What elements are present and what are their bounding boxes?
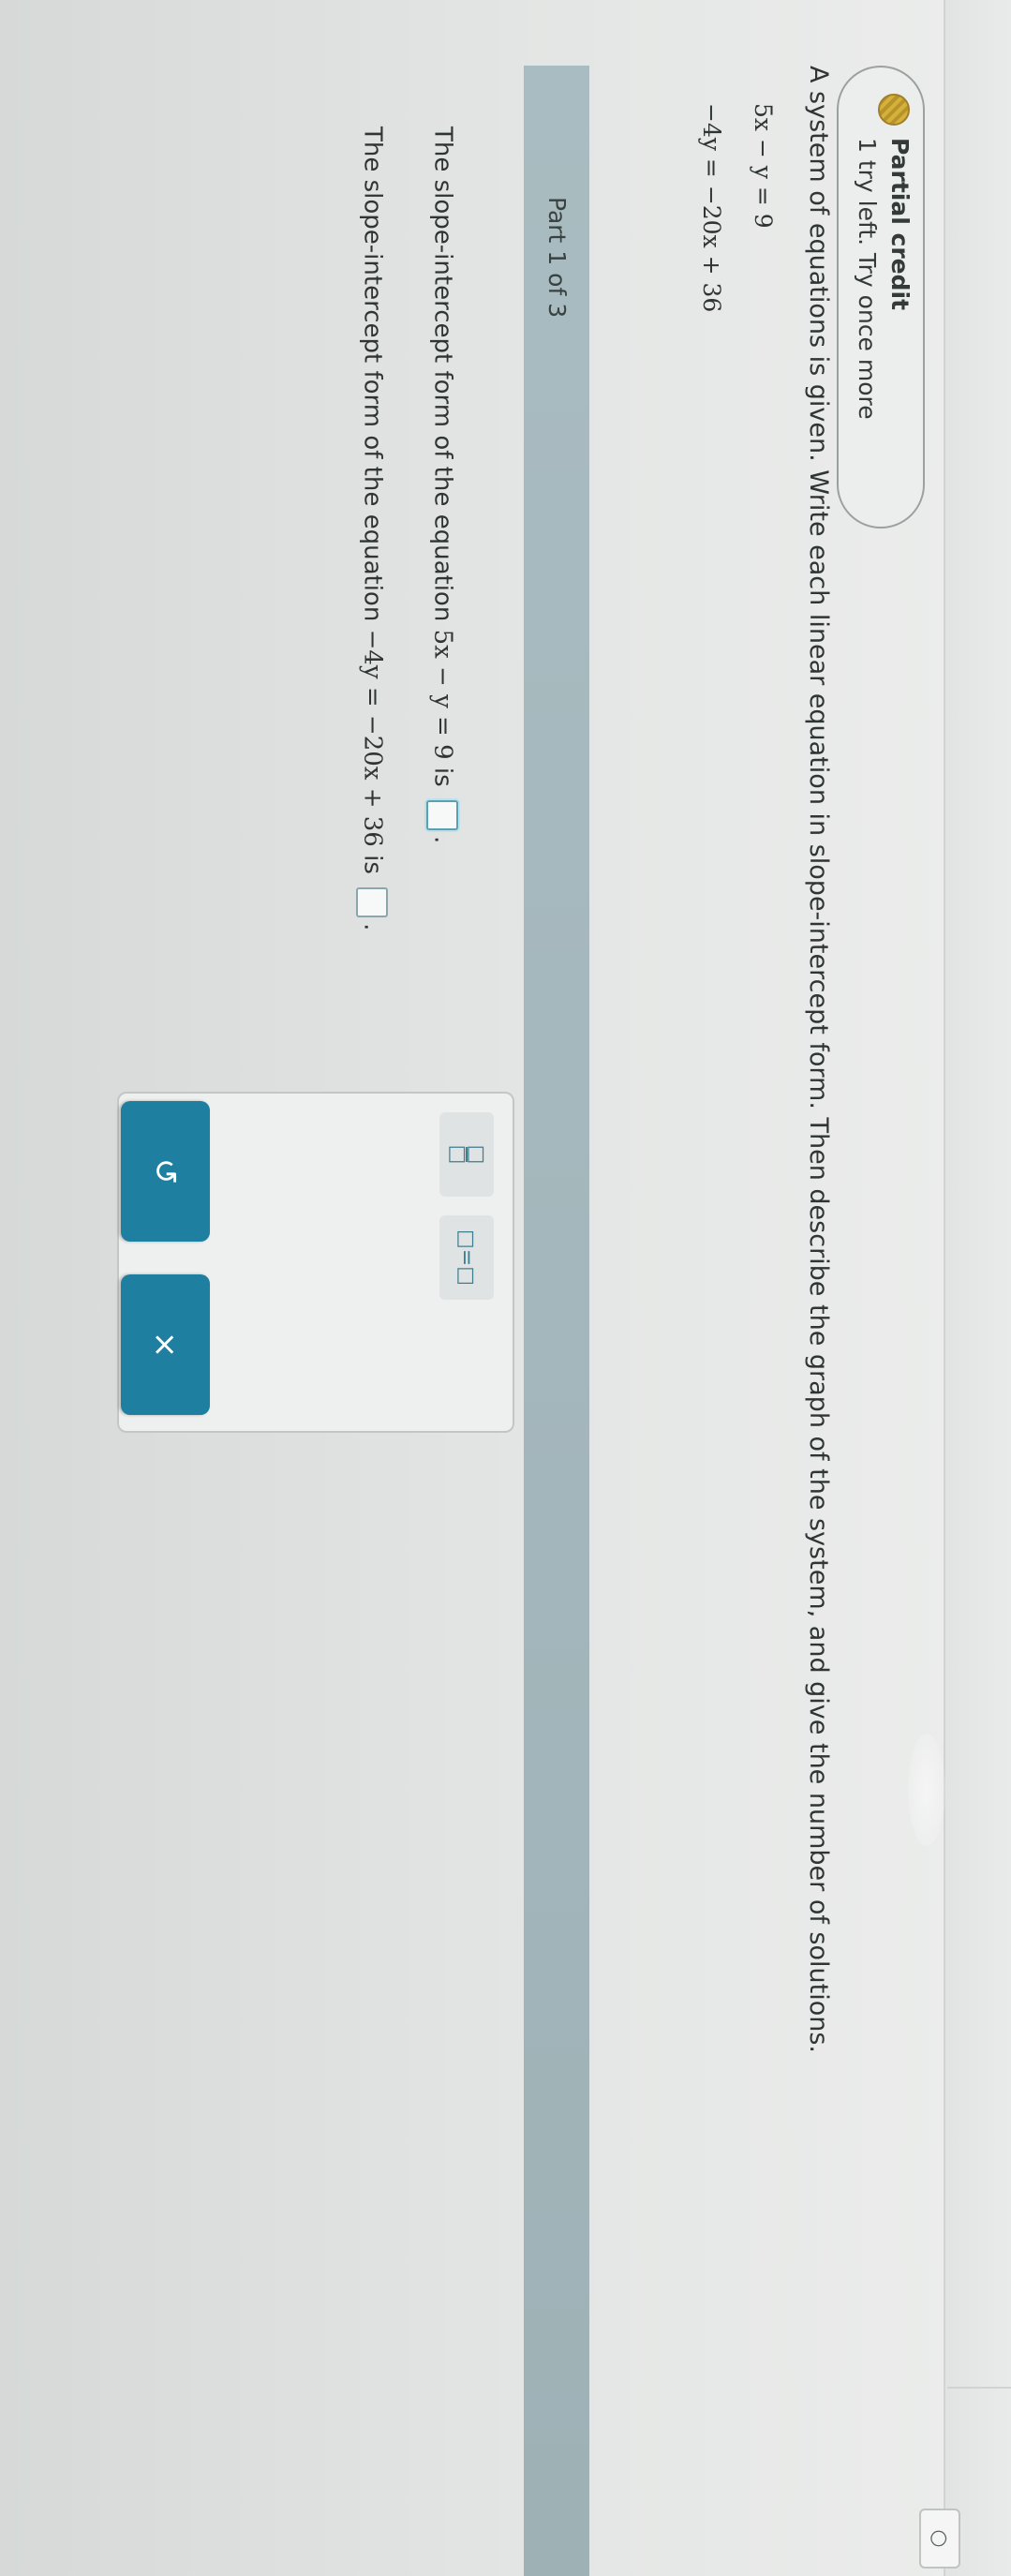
question-1-text: The slope-intercept form of the equation: [428, 127, 457, 630]
screen-glare: [908, 1734, 945, 1846]
equation-2: −4y = −20x + 36: [698, 103, 725, 313]
partial-credit-badge: Partial credit 1 try left. Try once more: [837, 66, 925, 529]
question-1-period: .: [428, 835, 457, 844]
answer-box-1[interactable]: [426, 799, 458, 830]
status-subtitle: 1 try left. Try once more: [854, 138, 881, 420]
question-1: The slope-intercept form of the equation…: [426, 127, 458, 843]
question-2-equation: −4y = −20x + 36: [358, 629, 387, 847]
answer-box-2[interactable]: [356, 887, 388, 918]
circle-icon: ○: [928, 2529, 952, 2548]
equation-template-button[interactable]: □=□: [439, 1215, 494, 1300]
undo-icon: ↺: [146, 1157, 185, 1185]
question-2: The slope-intercept form of the equation…: [356, 127, 388, 931]
question-2-period: .: [358, 923, 387, 931]
question-1-equation: 5x − y = 9: [428, 629, 457, 760]
problem-prompt: A system of equations is given. Write ea…: [804, 66, 833, 2054]
partial-credit-icon: [878, 94, 910, 126]
top-bar: [944, 0, 1011, 2576]
equals-template-icon: □=□: [454, 1228, 479, 1286]
question-2-text: The slope-intercept form of the equation: [358, 127, 387, 630]
question-2-suffix: is: [358, 846, 387, 874]
close-icon: ×: [146, 1331, 185, 1359]
status-title: Partial credit: [886, 138, 914, 311]
clear-button[interactable]: ×: [121, 1274, 210, 1415]
question-1-suffix: is: [428, 759, 457, 787]
rotated-screen: ○ Partial credit 1 try left. Try once mo…: [0, 0, 1011, 2576]
part-header: Part 1 of 3: [524, 66, 589, 2576]
part-label: Part 1 of 3: [543, 197, 571, 319]
fraction-icon: □ □: [446, 1144, 488, 1165]
undo-button[interactable]: ↺: [121, 1101, 210, 1242]
corner-button[interactable]: ○: [919, 2509, 960, 2569]
fraction-button[interactable]: □ □: [439, 1112, 494, 1197]
equation-1: 5x − y = 9: [750, 103, 777, 229]
